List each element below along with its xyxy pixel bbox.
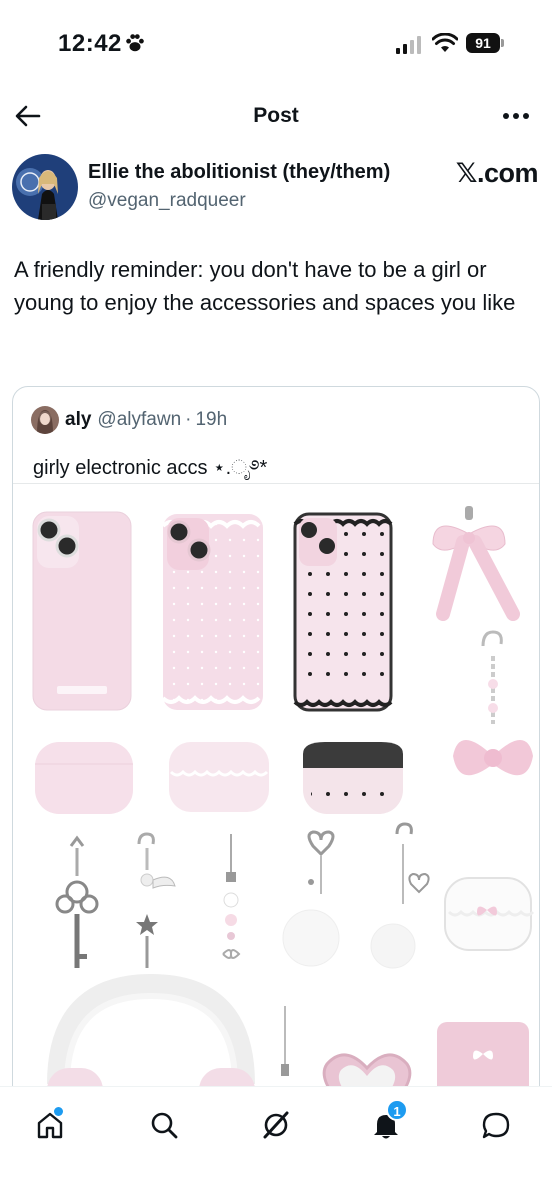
battery-level: 91	[466, 33, 500, 53]
lace-airpods-case	[169, 742, 269, 812]
strap-charm	[281, 1006, 289, 1076]
quoted-author-handle[interactable]: @alyfawn	[97, 409, 181, 431]
flower-strap-charm	[222, 834, 241, 959]
lace-bow-charm	[432, 506, 520, 621]
wing-charm	[136, 832, 176, 968]
quoted-timestamp: 19h	[195, 409, 228, 430]
author-avatar[interactable]	[12, 154, 78, 220]
quoted-separator: ·	[185, 409, 192, 430]
more-options-button[interactable]	[498, 100, 534, 132]
post-text: A friendly reminder: you don't have to b…	[14, 257, 516, 315]
notifications-badge: 1	[386, 1099, 408, 1121]
author-handle[interactable]: @vegan_radqueer	[88, 190, 246, 212]
black-lace-airpods-case	[303, 742, 403, 814]
bow-keychain	[453, 630, 533, 776]
key-charm	[55, 835, 99, 968]
quoted-post[interactable]: aly @alyfawn · 19h girly electronic accs…	[12, 386, 540, 1126]
chat-icon	[482, 1112, 510, 1139]
nav-home[interactable]	[28, 1103, 72, 1147]
black-lace-phone-case	[293, 512, 393, 712]
nav-grok[interactable]	[254, 1103, 298, 1147]
status-time: 12:42	[58, 30, 122, 57]
quoted-author-avatar[interactable]	[31, 406, 59, 434]
pink-lace-phone-case	[161, 514, 263, 710]
pink-phone-case	[32, 511, 132, 711]
page-title: Post	[253, 104, 299, 127]
quoted-post-image[interactable]	[13, 483, 539, 1125]
heart-pompom-charm-2	[370, 822, 430, 969]
status-bar: 12:42 91	[0, 0, 552, 92]
nav-search[interactable]	[142, 1103, 186, 1147]
author-display-name[interactable]: Ellie the abolitionist (they/them)	[88, 161, 390, 184]
heart-pompom-charm	[282, 830, 340, 967]
grok-icon	[263, 1111, 289, 1139]
quoted-author-name[interactable]: aly	[65, 409, 91, 431]
wifi-icon	[432, 33, 458, 52]
white-airpods-case	[444, 877, 535, 951]
post-author: Ellie the abolitionist (they/them) @vega…	[12, 152, 540, 224]
nav-messages[interactable]	[474, 1103, 518, 1147]
battery-indicator: 91	[466, 33, 504, 53]
x-com-watermark: 𝕏.com	[455, 158, 539, 188]
nav-notifications[interactable]: 1	[364, 1099, 408, 1147]
paw-icon	[126, 34, 144, 52]
bottom-navigation: 1	[0, 1086, 552, 1200]
pink-airpods-case	[35, 742, 133, 814]
top-bar: Post	[0, 92, 552, 140]
home-unread-dot	[54, 1107, 63, 1116]
search-icon	[151, 1112, 178, 1139]
quoted-post-header: aly @alyfawn · 19h	[31, 405, 227, 435]
more-icon	[503, 113, 529, 119]
signal-icon	[396, 36, 421, 54]
